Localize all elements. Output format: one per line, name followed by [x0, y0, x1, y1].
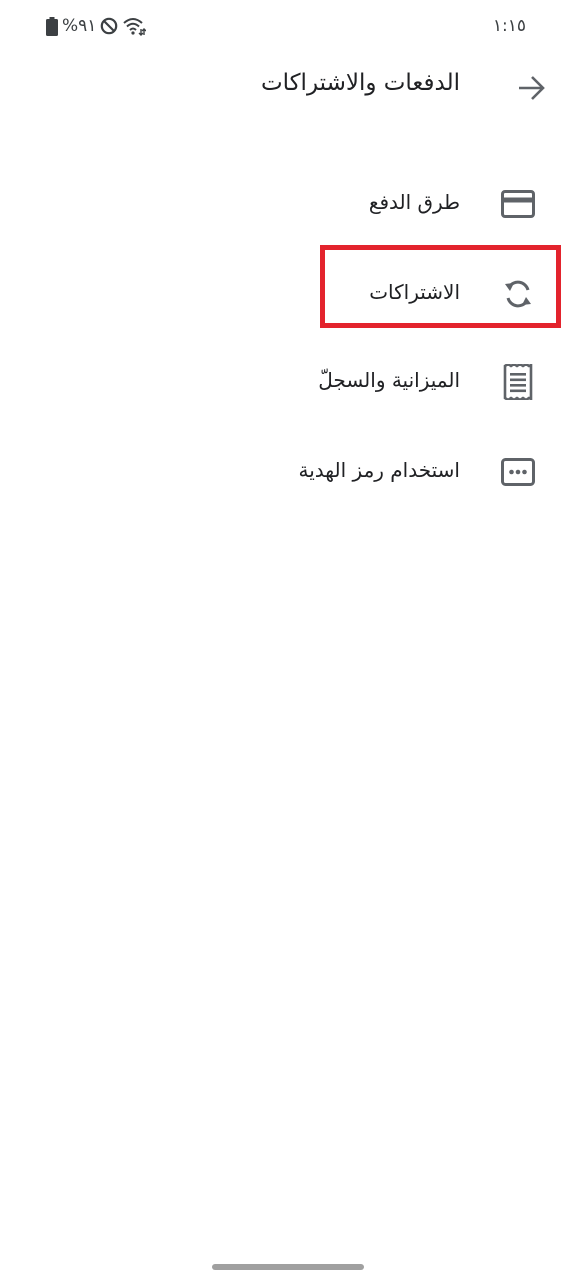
status-time: ١:١٥ [492, 16, 526, 36]
menu-label-redeem-gift-code: استخدام رمز الهدية [298, 458, 460, 482]
back-button[interactable] [510, 67, 552, 109]
gesture-nav-handle[interactable] [212, 1264, 364, 1270]
status-bar: %٩١ ١:١٥ [0, 0, 576, 52]
menu-item-payment-methods[interactable]: طرق الدفع [0, 168, 576, 240]
status-icons: %٩١ [46, 14, 147, 38]
app-bar: الدفعات والاشتراكات [0, 58, 576, 118]
page-title: الدفعات والاشتراكات [260, 70, 460, 96]
menu-label-budget-history: الميزانية والسجلّ [318, 368, 460, 392]
arrow-forward-icon [519, 76, 545, 100]
menu-item-subscriptions[interactable]: الاشتراكات [0, 258, 576, 330]
wifi-icon [123, 18, 147, 36]
menu-label-payment-methods: طرق الدفع [368, 190, 460, 214]
battery-icon [46, 16, 58, 36]
battery-percent: %٩١ [62, 16, 97, 36]
screen: %٩١ ١:١٥ الدفعات والاشتراكات طرق الدفع ا… [0, 0, 576, 1280]
menu-item-budget-history[interactable]: الميزانية والسجلّ [0, 346, 576, 418]
do-not-disturb-icon [101, 17, 118, 35]
sync-icon [498, 274, 538, 314]
receipt-icon [498, 362, 538, 402]
menu-label-subscriptions: الاشتراكات [369, 280, 460, 304]
credit-card-icon [498, 184, 538, 224]
gift-code-icon [498, 452, 538, 492]
menu-item-redeem-gift-code[interactable]: استخدام رمز الهدية [0, 436, 576, 508]
